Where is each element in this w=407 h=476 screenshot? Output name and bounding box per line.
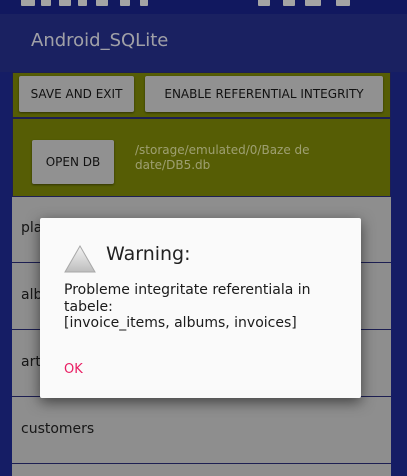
warning-dialog: Warning: Probleme integritate referentia… xyxy=(40,218,361,398)
dialog-message-line: Probleme integritate referentiala in tab… xyxy=(64,282,311,315)
ok-button[interactable]: OK xyxy=(64,362,83,377)
dialog-message: Probleme integritate referentiala in tab… xyxy=(64,282,349,332)
warning-icon xyxy=(64,245,96,273)
dialog-message-line: [invoice_items, albums, invoices] xyxy=(64,315,297,331)
dialog-title: Warning: xyxy=(106,243,191,265)
